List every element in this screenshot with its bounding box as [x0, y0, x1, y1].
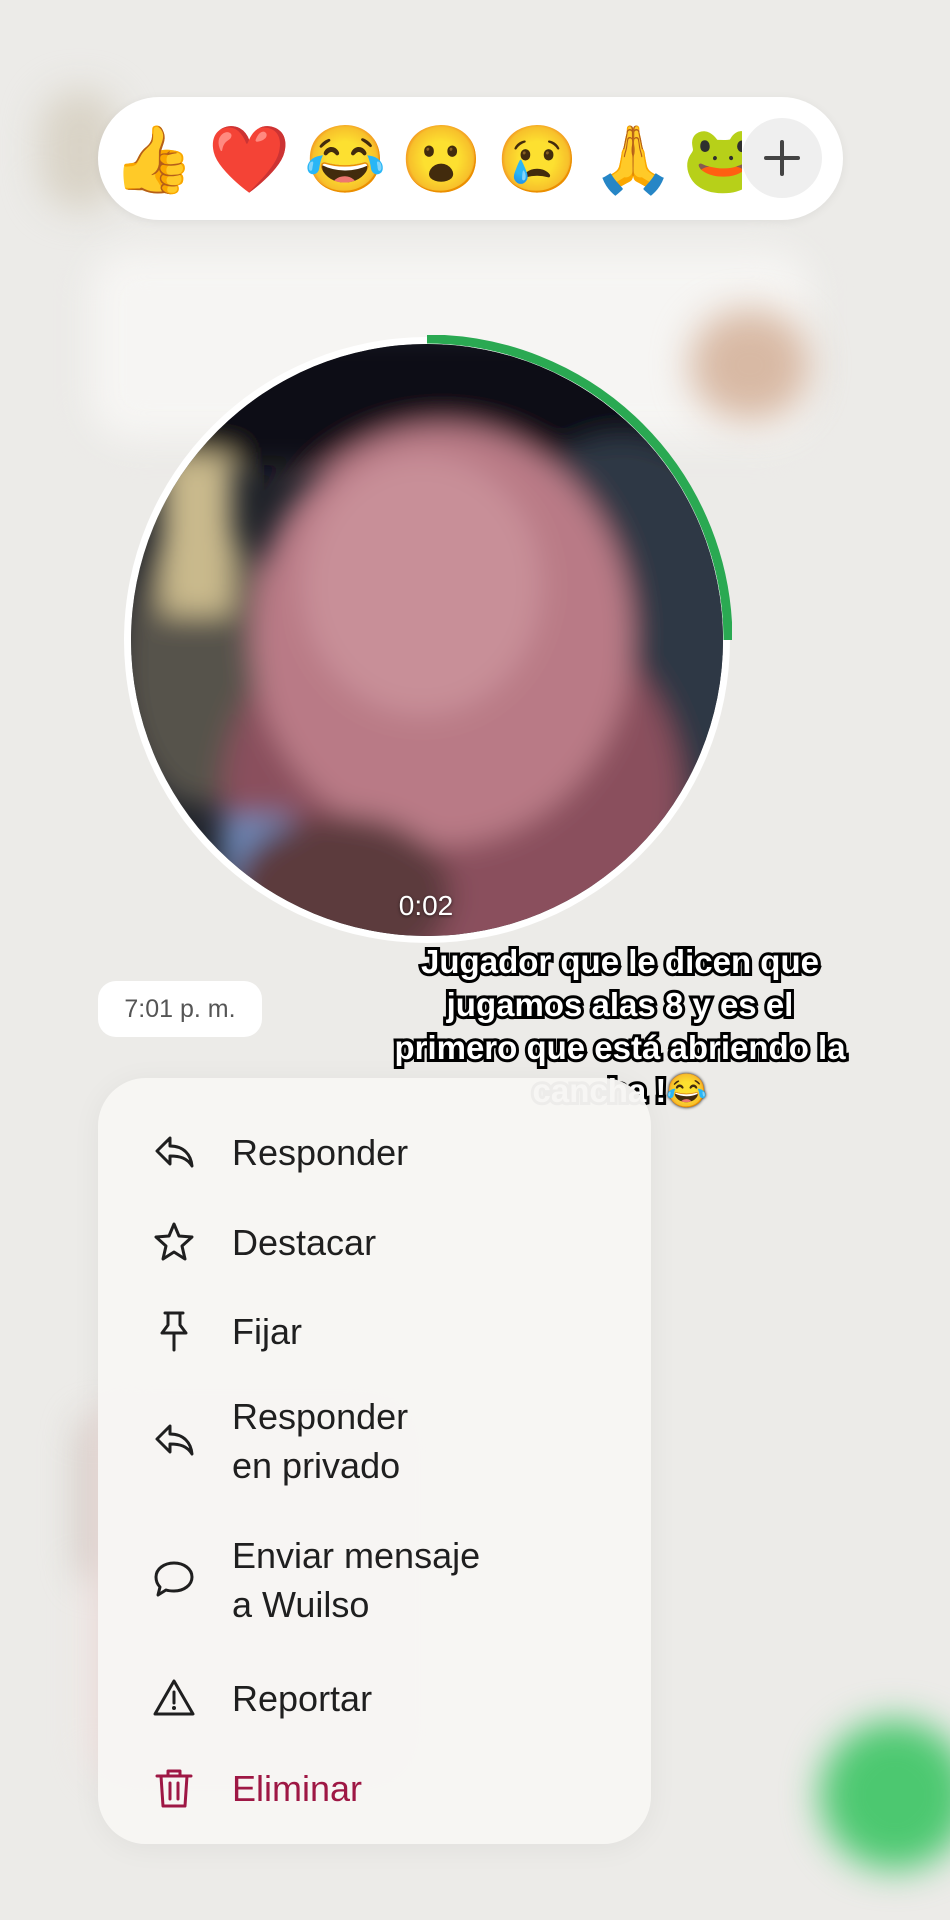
reply-icon [155, 1136, 194, 1168]
menu-item-reply[interactable]: Responder [98, 1122, 651, 1182]
reaction-folded-hands[interactable]: 🙏 [592, 119, 674, 199]
menu-item-pin[interactable]: Fijar [98, 1301, 651, 1361]
reaction-red-heart[interactable]: ❤️ [208, 119, 290, 199]
reaction-tears-of-joy[interactable]: 😂 [304, 119, 386, 199]
menu-item-label: Destacar [232, 1222, 377, 1263]
menu-item-label: Responder [232, 1132, 409, 1173]
pin-icon [160, 1311, 188, 1352]
menu-item-report[interactable]: Reportar [98, 1668, 651, 1728]
context-menu: Responder Destacar Fijar Responder en pr… [98, 1078, 651, 1844]
menu-item-label: Responder en privado [232, 1396, 409, 1486]
reaction-crying[interactable]: 😢 [496, 119, 578, 199]
chat-bubble-icon [154, 1561, 194, 1597]
video-message[interactable] [122, 335, 732, 945]
menu-item-send-message[interactable]: Enviar mensaje a Wuilso [98, 1527, 651, 1629]
message-timestamp: 7:01 p. m. [98, 981, 262, 1037]
reaction-surprised[interactable]: 😮 [400, 119, 482, 199]
menu-item-label: Eliminar [232, 1768, 363, 1809]
reaction-bar: 👍 ❤️ 😂 😮 😢 🙏 🐸 [98, 97, 843, 220]
menu-item-delete[interactable]: Eliminar [98, 1758, 651, 1818]
more-reactions-button[interactable] [742, 118, 822, 198]
menu-item-reply-private[interactable]: Responder en privado [98, 1388, 651, 1490]
reaction-thumbs-up[interactable]: 👍 [112, 119, 194, 199]
video-duration: 0:02 [398, 890, 454, 921]
warning-icon [153, 1679, 195, 1716]
menu-item-label: Enviar mensaje a Wuilso [232, 1535, 481, 1625]
star-icon [154, 1222, 194, 1261]
menu-item-label: Fijar [232, 1311, 302, 1352]
plus-icon [764, 140, 800, 176]
background-fab-blur [820, 1720, 950, 1870]
menu-item-star[interactable]: Destacar [98, 1212, 651, 1272]
menu-item-label: Reportar [232, 1678, 373, 1719]
reply-private-icon [155, 1424, 194, 1456]
trash-icon [155, 1769, 193, 1808]
reaction-frog[interactable]: 🐸 [682, 119, 742, 199]
